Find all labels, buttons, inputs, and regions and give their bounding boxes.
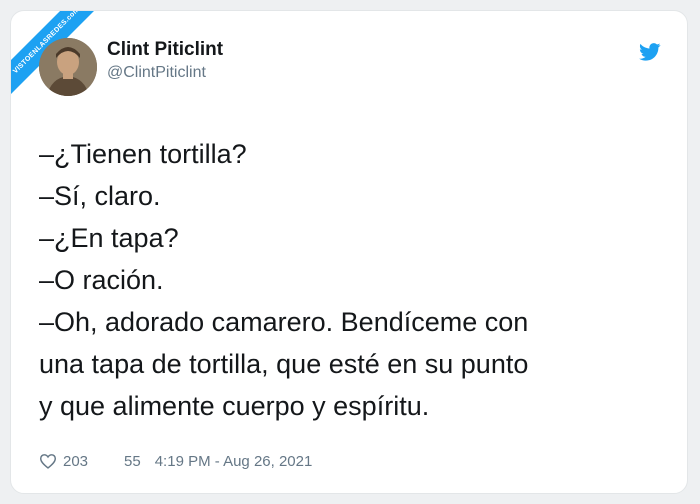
tweet-card: VISTOENLASREDES.com Clint Piticlint @Cli…: [10, 10, 688, 494]
tweet-text: –¿Tienen tortilla? –Sí, claro. –¿En tapa…: [39, 139, 529, 421]
tweet-timestamp[interactable]: 4:19 PM - Aug 26, 2021: [155, 453, 313, 470]
retweet-count[interactable]: 55: [124, 453, 141, 470]
tweet-footer: 203 55 4:19 PM - Aug 26, 2021: [39, 449, 312, 473]
heart-icon[interactable]: [39, 453, 57, 469]
user-handle[interactable]: @ClintPiticlint: [107, 64, 206, 82]
avatar[interactable]: [39, 38, 97, 96]
display-name[interactable]: Clint Piticlint: [107, 39, 223, 61]
twitter-bird-icon[interactable]: [639, 43, 661, 61]
like-count[interactable]: 203: [63, 453, 88, 470]
